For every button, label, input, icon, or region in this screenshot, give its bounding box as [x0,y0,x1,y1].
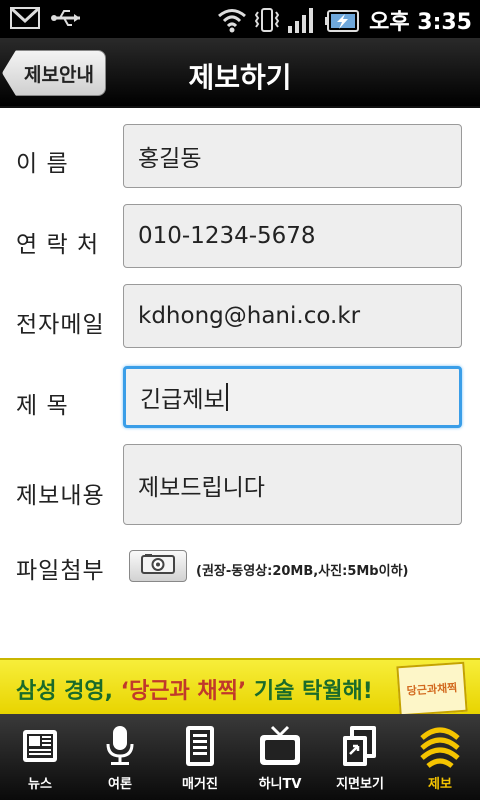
tab-label-report: 제보 [428,777,452,792]
banner-text: 삼성 경영, ‘당근과 채찍’ 기술 탁월해! [16,673,373,705]
camera-icon [140,553,176,579]
banner-text-part1: 삼성 경영, [16,679,121,704]
report-icon [418,724,462,768]
usb-icon [50,6,84,30]
tab-page-view[interactable]: 지면보기 [320,714,400,800]
tab-opinion[interactable]: 여론 [80,714,160,800]
page-title: 제보하기 [188,61,292,94]
subject-field[interactable]: 긴급제보 [123,366,462,428]
text-cursor [225,383,228,411]
content-field[interactable]: 제보드립니다 [123,444,462,525]
status-bar: 오후 3:35 [0,0,480,38]
ad-banner[interactable]: 삼성 경영, ‘당근과 채찍’ 기술 탁월해! 당근과채찍 [0,658,480,714]
banner-text-part2: 기술 탁월해! [246,679,373,704]
tab-label-hani-tv: 하니TV [258,777,302,792]
page-view-icon [340,724,380,768]
vibrate-icon [255,6,280,34]
tab-report[interactable]: 제보 [400,714,480,800]
name-field[interactable]: 홍길동 [123,124,462,188]
subject-label: 제 목 [16,393,69,419]
status-time: 오후 3:35 [369,10,472,35]
signal-icon [287,6,317,34]
name-label: 이 름 [16,151,69,177]
banner-book-title: 당근과채찍 [406,681,458,698]
tab-magazine[interactable]: 매거진 [160,714,240,800]
attach-note: (권장-동영상:20MB,사진:5Mb이하) [196,564,409,579]
bottom-tab-bar: 뉴스 여론 매거진 하니TV 지면보기 제보 [0,714,480,800]
tab-label-magazine: 매거진 [182,777,218,792]
content-label: 제보내용 [16,483,105,509]
tab-label-page-view: 지면보기 [336,777,384,792]
tab-label-news: 뉴스 [28,777,52,792]
tv-icon [258,724,302,768]
wifi-icon [217,7,247,33]
magazine-icon [182,724,218,768]
gmail-icon [10,6,40,30]
contact-label: 연 락 처 [16,232,100,258]
newspaper-icon [20,724,60,768]
subject-value: 긴급제보 [140,387,225,413]
contact-field[interactable]: 010-1234-5678 [123,204,462,268]
email-label: 전자메일 [16,312,105,338]
banner-book-image: 당근과채찍 [396,661,468,714]
banner-text-quote: ‘당근과 채찍’ [120,679,247,704]
tab-news[interactable]: 뉴스 [0,714,80,800]
microphone-icon [100,724,140,768]
email-field[interactable]: kdhong@hani.co.kr [123,284,462,348]
attach-label: 파일첨부 [16,558,105,584]
attach-camera-button[interactable] [129,550,187,582]
title-bar: 제보안내 제보하기 [0,38,480,108]
battery-charging-icon [325,6,361,34]
tab-hani-tv[interactable]: 하니TV [240,714,320,800]
tab-label-opinion: 여론 [108,777,132,792]
